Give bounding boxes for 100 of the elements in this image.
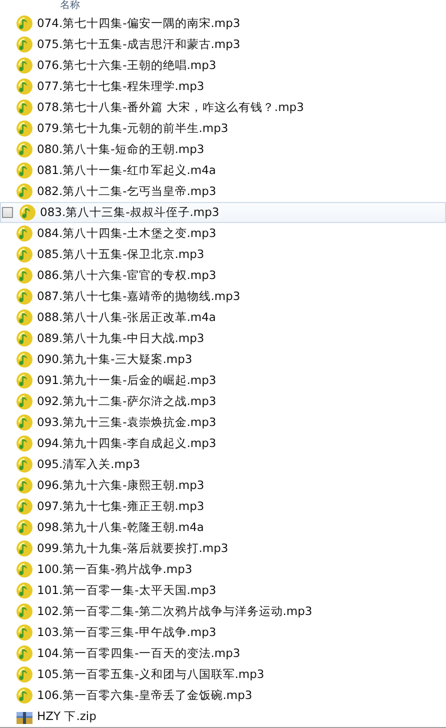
- file-row[interactable]: 085.第八十五集-保卫北京.mp3: [0, 244, 446, 265]
- music-note-icon: [16, 687, 33, 704]
- file-name: 091.第九十一集-后金的崛起.mp3: [37, 373, 216, 388]
- file-row[interactable]: 087.第八十七集-嘉靖帝的抛物线.mp3: [0, 286, 446, 307]
- column-header[interactable]: 名称: [60, 0, 80, 12]
- music-note-icon: [16, 645, 33, 662]
- music-note-icon: [16, 456, 33, 473]
- file-row[interactable]: 091.第九十一集-后金的崛起.mp3: [0, 370, 446, 391]
- music-note-icon: [16, 78, 33, 95]
- music-note-icon: [16, 141, 33, 158]
- checkbox[interactable]: [2, 207, 13, 218]
- music-note-icon: [19, 204, 36, 221]
- file-name: 101.第一百零一集-太平天国.mp3: [37, 583, 216, 598]
- file-name: 095.清军入关.mp3: [37, 457, 140, 472]
- file-row[interactable]: 097.第九十七集-雍正王朝.mp3: [0, 496, 446, 517]
- music-note-icon: [16, 603, 33, 620]
- file-name: 076.第七十六集-王朝的绝唱.mp3: [37, 58, 216, 73]
- file-row[interactable]: 104.第一百零四集-一百天的变法.mp3: [0, 643, 446, 664]
- file-name: 090.第九十集-三大疑案.mp3: [37, 352, 192, 367]
- file-name: 099.第九十九集-落后就要挨打.mp3: [37, 541, 228, 556]
- music-note-icon: [16, 477, 33, 494]
- music-note-icon: [16, 162, 33, 179]
- file-name: 093.第九十三集-袁崇焕抗金.mp3: [37, 415, 216, 430]
- file-name: 083.第八十三集-叔叔斗侄子.mp3: [40, 205, 220, 220]
- file-name: 089.第八十九集-中日大战.mp3: [37, 331, 204, 346]
- music-note-icon: [16, 120, 33, 137]
- file-row[interactable]: 090.第九十集-三大疑案.mp3: [0, 349, 446, 370]
- file-name: 081.第八十一集-红巾军起义.m4a: [37, 163, 216, 178]
- file-name: 086.第八十六集-宦官的专权.mp3: [37, 268, 216, 283]
- file-name: 096.第九十六集-康熙王朝.mp3: [37, 478, 204, 493]
- music-note-icon: [16, 582, 33, 599]
- file-row[interactable]: 075.第七十五集-成吉思汗和蒙古.mp3: [0, 34, 446, 55]
- file-row[interactable]: 081.第八十一集-红巾军起义.m4a: [0, 160, 446, 181]
- file-name: 087.第八十七集-嘉靖帝的抛物线.mp3: [37, 289, 240, 304]
- music-note-icon: [16, 99, 33, 116]
- file-name: 097.第九十七集-雍正王朝.mp3: [37, 499, 204, 514]
- file-row[interactable]: 094.第九十四集-李自成起义.mp3: [0, 433, 446, 454]
- file-name: 082.第八十二集-乞丐当皇帝.mp3: [37, 184, 216, 199]
- file-name: 105.第一百零五集-义和团与八国联军.mp3: [37, 667, 264, 682]
- file-name: 080.第八十集-短命的王朝.mp3: [37, 142, 204, 157]
- file-name: 077.第七十七集-程朱理学.mp3: [37, 79, 204, 94]
- music-note-icon: [16, 414, 33, 431]
- music-note-icon: [16, 519, 33, 536]
- music-note-icon: [16, 351, 33, 368]
- file-name: 085.第八十五集-保卫北京.mp3: [37, 247, 204, 262]
- file-row[interactable]: HZY 下.zip: [0, 706, 446, 727]
- file-row[interactable]: 100.第一百集-鸦片战争.mp3: [0, 559, 446, 580]
- file-row[interactable]: 082.第八十二集-乞丐当皇帝.mp3: [0, 181, 446, 202]
- file-row[interactable]: 088.第八十八集-张居正改革.m4a: [0, 307, 446, 328]
- music-note-icon: [16, 372, 33, 389]
- file-name: 084.第八十四集-土木堡之变.mp3: [37, 226, 216, 241]
- file-name: 102.第一百零二集-第二次鸦片战争与洋务运动.mp3: [37, 604, 312, 619]
- file-name: 100.第一百集-鸦片战争.mp3: [37, 562, 192, 577]
- file-name: 103.第一百零三集-甲午战争.mp3: [37, 625, 216, 640]
- file-row[interactable]: 096.第九十六集-康熙王朝.mp3: [0, 475, 446, 496]
- file-name: 088.第八十八集-张居正改革.m4a: [37, 310, 216, 325]
- music-note-icon: [16, 309, 33, 326]
- file-name: 104.第一百零四集-一百天的变法.mp3: [37, 646, 240, 661]
- file-row[interactable]: 086.第八十六集-宦官的专权.mp3: [0, 265, 446, 286]
- file-row[interactable]: 077.第七十七集-程朱理学.mp3: [0, 76, 446, 97]
- music-note-icon: [16, 540, 33, 557]
- music-note-icon: [16, 225, 33, 242]
- file-name: 098.第九十八集-乾隆王朝.m4a: [37, 520, 204, 535]
- music-note-icon: [16, 561, 33, 578]
- file-row[interactable]: 079.第七十九集-元朝的前半生.mp3: [0, 118, 446, 139]
- music-note-icon: [16, 267, 33, 284]
- file-row[interactable]: 099.第九十九集-落后就要挨打.mp3: [0, 538, 446, 559]
- file-row[interactable]: 078.第七十八集-番外篇 大宋，咋这么有钱？.mp3: [0, 97, 446, 118]
- file-row[interactable]: 089.第八十九集-中日大战.mp3: [0, 328, 446, 349]
- file-name: 092.第九十二集-萨尔浒之战.mp3: [37, 394, 216, 409]
- file-name: 079.第七十九集-元朝的前半生.mp3: [37, 121, 228, 136]
- file-name: 094.第九十四集-李自成起义.mp3: [37, 436, 216, 451]
- music-note-icon: [16, 498, 33, 515]
- music-note-icon: [16, 666, 33, 683]
- file-name: 075.第七十五集-成吉思汗和蒙古.mp3: [37, 37, 240, 52]
- music-note-icon: [16, 330, 33, 347]
- file-name: HZY 下.zip: [37, 709, 96, 724]
- file-row[interactable]: 102.第一百零二集-第二次鸦片战争与洋务运动.mp3: [0, 601, 446, 622]
- file-row[interactable]: 106.第一百零六集-皇帝丢了金饭碗.mp3: [0, 685, 446, 706]
- file-row[interactable]: 080.第八十集-短命的王朝.mp3: [0, 139, 446, 160]
- file-row[interactable]: 092.第九十二集-萨尔浒之战.mp3: [0, 391, 446, 412]
- music-note-icon: [16, 57, 33, 74]
- music-note-icon: [16, 393, 33, 410]
- file-row[interactable]: 105.第一百零五集-义和团与八国联军.mp3: [0, 664, 446, 685]
- music-note-icon: [16, 36, 33, 53]
- file-row[interactable]: 093.第九十三集-袁崇焕抗金.mp3: [0, 412, 446, 433]
- file-row[interactable]: 074.第七十四集-偏安一隅的南宋.mp3: [0, 13, 446, 34]
- file-row[interactable]: 076.第七十六集-王朝的绝唱.mp3: [0, 55, 446, 76]
- file-row[interactable]: 103.第一百零三集-甲午战争.mp3: [0, 622, 446, 643]
- file-row[interactable]: 101.第一百零一集-太平天国.mp3: [0, 580, 446, 601]
- music-note-icon: [16, 624, 33, 641]
- file-row[interactable]: 084.第八十四集-土木堡之变.mp3: [0, 223, 446, 244]
- file-row[interactable]: 083.第八十三集-叔叔斗侄子.mp3: [0, 202, 446, 223]
- file-row[interactable]: 098.第九十八集-乾隆王朝.m4a: [0, 517, 446, 538]
- music-note-icon: [16, 15, 33, 32]
- file-row[interactable]: 095.清军入关.mp3: [0, 454, 446, 475]
- file-name: 106.第一百零六集-皇帝丢了金饭碗.mp3: [37, 688, 252, 703]
- music-note-icon: [16, 183, 33, 200]
- file-name: 074.第七十四集-偏安一隅的南宋.mp3: [37, 16, 240, 31]
- music-note-icon: [16, 435, 33, 452]
